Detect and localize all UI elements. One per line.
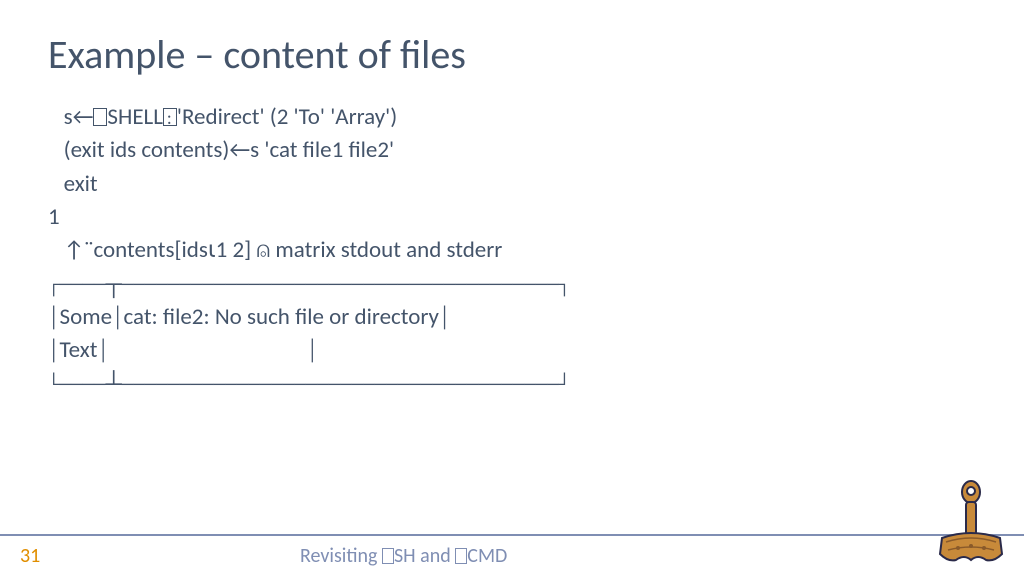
box-line-4: └────┴──────────────────────────────────… bbox=[48, 370, 570, 398]
quad-icon bbox=[455, 548, 467, 564]
box-line-2: │Some│cat: file2: No such file or direct… bbox=[48, 303, 450, 331]
code-content: s←SHELL'Redirect' (2 'To' 'Array') (exit… bbox=[48, 101, 976, 401]
slide-title: Example – content of files bbox=[48, 30, 976, 79]
hammer-icon bbox=[936, 480, 1006, 570]
slide: Example – content of files s←SHELL'Redir… bbox=[0, 0, 1024, 576]
code-line-1: s←SHELL'Redirect' (2 'To' 'Array') bbox=[48, 103, 397, 131]
footer-title: Revisiting SH and CMD bbox=[300, 544, 507, 568]
box-line-3: │Text│ │ bbox=[48, 336, 318, 364]
footer: 31 Revisiting SH and CMD bbox=[0, 534, 1024, 576]
code-line-5: ↑¨contents[ids⍳1 2] ⍝ matrix stdout and … bbox=[48, 236, 502, 264]
page-number: 31 bbox=[20, 544, 300, 568]
quad-icon bbox=[382, 548, 394, 564]
footer-inner: 31 Revisiting SH and CMD bbox=[0, 536, 1024, 576]
code-line-4: 1 bbox=[48, 203, 60, 231]
quad-icon bbox=[93, 108, 107, 126]
quad-colon-icon bbox=[163, 108, 177, 126]
code-line-2: (exit ids contents)←s 'cat file1 file2' bbox=[48, 136, 394, 164]
box-line-1: ┌────┬──────────────────────────────────… bbox=[48, 270, 570, 298]
code-line-3: exit bbox=[48, 170, 98, 198]
